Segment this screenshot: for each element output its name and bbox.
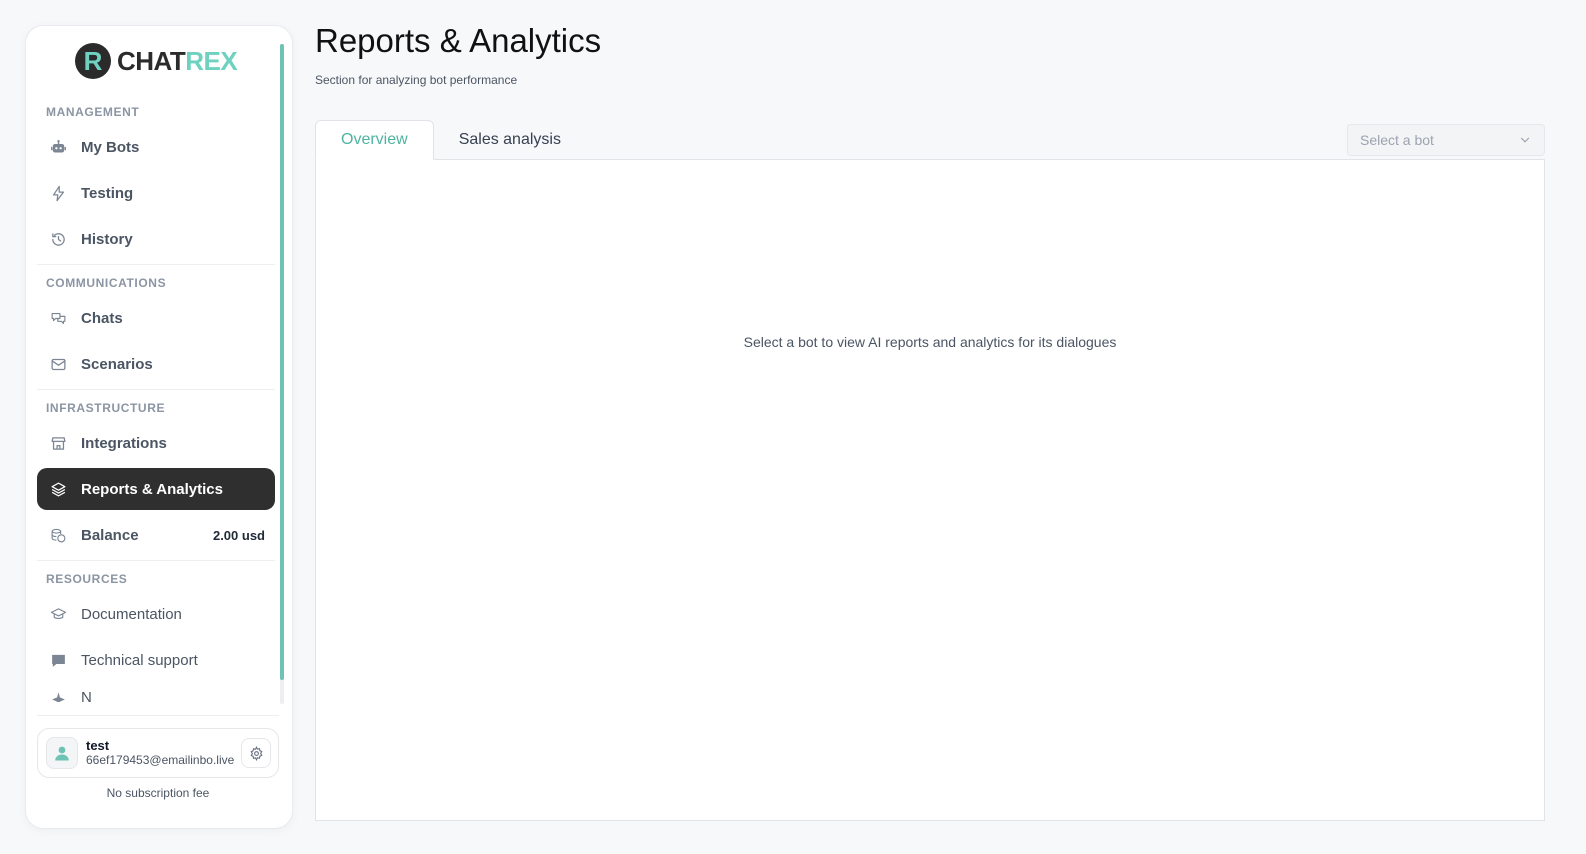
tab-sales-analysis[interactable]: Sales analysis — [434, 120, 586, 160]
overview-panel: Select a bot to view AI reports and anal… — [315, 159, 1545, 821]
sidebar-item-label: Chats — [81, 309, 123, 327]
sidebar-item-news[interactable]: N — [37, 685, 275, 702]
avatar — [46, 737, 78, 769]
sidebar-item-label: Documentation — [81, 605, 182, 623]
gear-icon — [249, 745, 263, 761]
section-label-communications: COMMUNICATIONS — [46, 276, 167, 290]
user-icon — [55, 746, 69, 761]
sidebar-item-testing[interactable]: Testing — [37, 172, 275, 214]
coins-icon — [48, 525, 68, 545]
history-icon — [48, 229, 68, 249]
section-label-management: MANAGEMENT — [46, 105, 140, 119]
sidebar-item-label: Scenarios — [81, 355, 153, 373]
tab-bar: Overview Sales analysis — [315, 120, 586, 160]
mail-icon — [48, 354, 68, 374]
sidebar-nav: MANAGEMENT My Bots Testing History COMMU… — [37, 98, 275, 702]
sidebar-item-technical-support[interactable]: Technical support — [37, 639, 275, 681]
section-divider — [37, 389, 275, 390]
chevron-down-icon — [1520, 137, 1530, 143]
sidebar-item-label: Balance — [81, 526, 139, 544]
layers-icon — [48, 479, 68, 499]
sidebar-item-label: Reports & Analytics — [81, 480, 223, 498]
sidebar-item-label: Integrations — [81, 434, 167, 452]
brand-name: CHATREX — [117, 45, 238, 76]
sidebar-item-scenarios[interactable]: Scenarios — [37, 343, 275, 385]
brand-logo[interactable]: R CHATREX — [75, 43, 238, 79]
graduation-cap-icon — [48, 604, 68, 624]
sidebar-item-label: Technical support — [81, 651, 198, 669]
sidebar-item-integrations[interactable]: Integrations — [37, 422, 275, 464]
user-email: 66ef179453@emailinbo.live — [86, 753, 235, 767]
footer-divider — [37, 715, 279, 716]
section-divider — [37, 560, 275, 561]
sidebar-item-label: History — [81, 230, 133, 248]
sidebar-item-label: My Bots — [81, 138, 140, 156]
lightning-icon — [48, 183, 68, 203]
section-label-resources: RESOURCES — [46, 572, 128, 586]
bot-select-placeholder: Select a bot — [1360, 132, 1434, 148]
empty-state-message: Select a bot to view AI reports and anal… — [743, 334, 1117, 350]
brand-mark: R — [75, 43, 111, 79]
chat-icon — [48, 308, 68, 328]
sidebar-scrollbar-thumb[interactable] — [280, 44, 284, 680]
user-name: test — [86, 738, 110, 753]
store-icon — [48, 433, 68, 453]
page-title: Reports & Analytics — [315, 22, 602, 59]
user-card[interactable]: test 66ef179453@emailinbo.live — [37, 728, 279, 778]
sparkle-icon — [48, 689, 68, 702]
sidebar: R CHATREX MANAGEMENT My Bots Testing His… — [25, 25, 293, 829]
robot-icon — [48, 137, 68, 157]
tab-overview[interactable]: Overview — [315, 120, 434, 160]
sidebar-item-documentation[interactable]: Documentation — [37, 593, 275, 635]
settings-button[interactable] — [241, 738, 271, 768]
sidebar-item-chats[interactable]: Chats — [37, 297, 275, 339]
section-label-infrastructure: INFRASTRUCTURE — [46, 401, 166, 415]
user-info: test 66ef179453@emailinbo.live — [86, 738, 241, 768]
sidebar-item-history[interactable]: History — [37, 218, 275, 260]
sidebar-item-label: Testing — [81, 184, 134, 202]
bot-select[interactable]: Select a bot — [1347, 124, 1545, 156]
sidebar-item-my-bots[interactable]: My Bots — [37, 126, 275, 168]
sidebar-item-label: N — [81, 689, 92, 702]
sidebar-item-reports-analytics[interactable]: Reports & Analytics — [37, 468, 275, 510]
balance-amount: 2.00 usd — [212, 527, 265, 543]
subscription-status: No subscription fee — [106, 786, 210, 800]
message-square-icon — [48, 650, 68, 670]
page-subtitle: Section for analyzing bot performance — [315, 73, 518, 87]
section-divider — [37, 264, 275, 265]
sidebar-item-balance[interactable]: Balance 2.00 usd — [37, 514, 275, 556]
